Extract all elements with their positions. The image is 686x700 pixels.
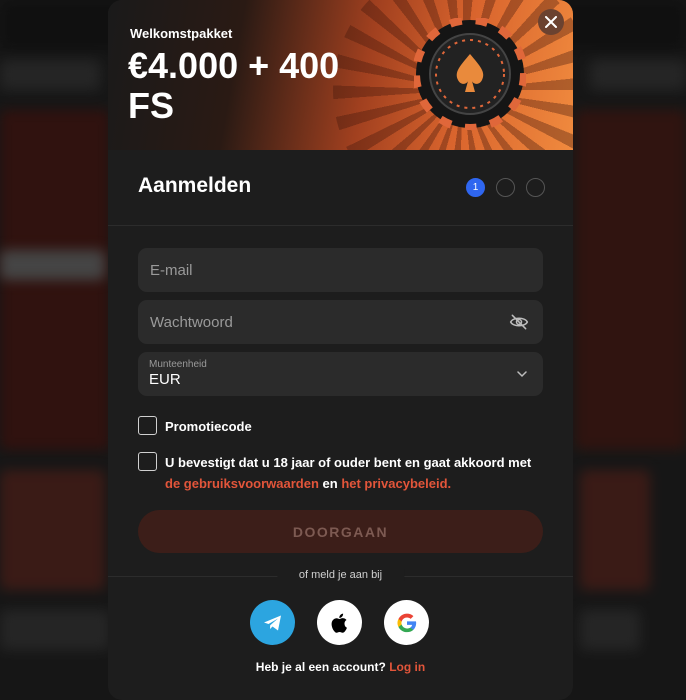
- form-header: Aanmelden 1: [108, 150, 573, 226]
- login-prompt: Heb je al een account? Log in: [108, 660, 573, 674]
- promo-code-row: Promotiecode: [138, 416, 252, 437]
- terms-link[interactable]: de gebruiksvoorwaarden: [165, 476, 319, 491]
- signup-modal: Welkomstpakket €4.000 + 400 FS Aanmelden…: [108, 0, 573, 700]
- step-2: [496, 178, 515, 197]
- telegram-login-button[interactable]: [250, 600, 295, 645]
- banner-subtitle: Welkomstpakket: [130, 26, 233, 41]
- close-icon: [545, 16, 557, 28]
- apple-icon: [331, 613, 347, 633]
- welcome-banner: Welkomstpakket €4.000 + 400 FS: [108, 0, 573, 150]
- banner-title: €4.000 + 400 FS: [128, 45, 340, 126]
- privacy-link[interactable]: het privacybeleid.: [341, 476, 451, 491]
- promo-code-checkbox[interactable]: [138, 416, 157, 435]
- login-link[interactable]: Log in: [389, 660, 425, 674]
- poker-chip-icon: [414, 18, 526, 130]
- social-login: [250, 600, 429, 645]
- form-title: Aanmelden: [138, 174, 252, 197]
- google-icon: [396, 613, 416, 632]
- terms-row: U bevestigt dat u 18 jaar of ouder bent …: [138, 452, 543, 494]
- terms-label: U bevestigt dat u 18 jaar of ouder bent …: [165, 452, 543, 494]
- step-indicator: 1: [466, 178, 545, 197]
- step-1: 1: [466, 178, 485, 197]
- currency-value: EUR: [149, 371, 181, 388]
- step-3: [526, 178, 545, 197]
- apple-login-button[interactable]: [317, 600, 362, 645]
- password-field[interactable]: [138, 300, 543, 344]
- social-divider-text: of meld je aan bij: [276, 569, 405, 581]
- close-button[interactable]: [538, 9, 564, 35]
- terms-checkbox[interactable]: [138, 452, 157, 471]
- login-question: Heb je al een account?: [255, 660, 386, 674]
- chevron-down-icon: [517, 371, 527, 378]
- currency-select[interactable]: Munteenheid EUR: [138, 352, 543, 396]
- email-field-wrapper: [138, 248, 543, 292]
- promo-code-label: Promotiecode: [165, 419, 252, 434]
- terms-text: U bevestigt dat u 18 jaar of ouder bent …: [165, 455, 532, 470]
- continue-button[interactable]: DOORGAAN: [138, 510, 543, 553]
- terms-and: en: [322, 476, 338, 491]
- telegram-icon: [263, 615, 281, 630]
- email-field[interactable]: [138, 248, 543, 292]
- google-login-button[interactable]: [384, 600, 429, 645]
- eye-off-icon[interactable]: [509, 312, 529, 332]
- password-field-wrapper: [138, 300, 543, 344]
- currency-label: Munteenheid: [149, 359, 207, 370]
